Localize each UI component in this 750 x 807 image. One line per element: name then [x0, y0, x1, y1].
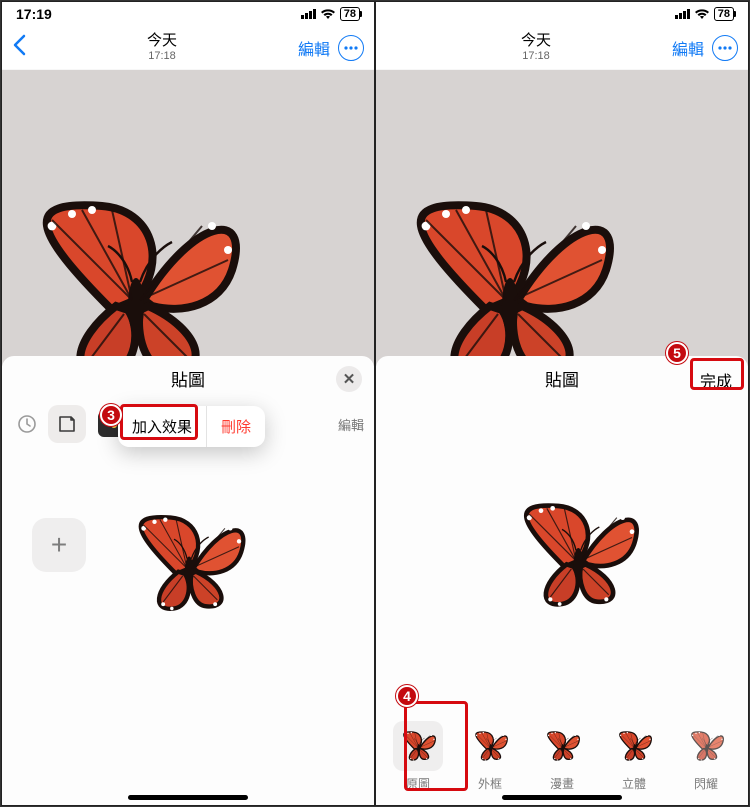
photo-butterfly [2, 190, 272, 366]
signal-icon [301, 9, 316, 19]
add-sticker-button[interactable]: + [32, 518, 86, 572]
sticker-butterfly[interactable] [122, 498, 252, 628]
annotation-box-5 [690, 358, 744, 390]
effect-shiny[interactable]: 閃耀 [676, 721, 736, 792]
wifi-icon [320, 8, 336, 20]
signal-icon [675, 9, 690, 19]
photo-viewer[interactable] [376, 70, 748, 366]
home-indicator[interactable] [502, 795, 622, 800]
effect-outline[interactable]: 外框 [460, 721, 520, 792]
annotation-badge-3: 3 [100, 404, 122, 426]
toolbar-edit-button[interactable]: 編輯 [338, 415, 364, 434]
delete-option[interactable]: 刪除 [207, 406, 265, 447]
nav-title: 今天 17:18 [147, 33, 177, 62]
battery-icon: 78 [340, 7, 360, 21]
photo-viewer[interactable] [2, 70, 374, 366]
stickers-tab[interactable] [48, 405, 86, 443]
more-button[interactable] [712, 35, 738, 61]
status-bar: 17:19 78 [2, 2, 374, 26]
nav-title: 今天 17:18 [521, 33, 551, 62]
annotation-box-3 [120, 404, 198, 440]
home-indicator[interactable] [128, 795, 248, 800]
recents-tab[interactable] [12, 405, 42, 443]
sheet-title: 貼圖 [545, 366, 579, 391]
phone-right: 78 今天 17:18 編輯 貼圖 完成 [375, 1, 749, 806]
effect-puffy[interactable]: 立體 [604, 721, 664, 792]
status-time: 17:19 [16, 6, 52, 22]
sheet-title: 貼圖 [171, 366, 205, 391]
close-button[interactable]: ✕ [336, 366, 362, 392]
sticker-effect-sheet: 貼圖 完成 原圖 外框 漫畫 [376, 356, 748, 805]
annotation-box-4 [404, 701, 468, 791]
sticker-preview [376, 400, 748, 709]
status-bar: 78 [376, 2, 748, 26]
sticker-sheet: 貼圖 ✕ 編輯 加入效果 刪除 [2, 356, 374, 805]
nav-edit-button[interactable]: 編輯 [672, 36, 704, 60]
wifi-icon [694, 8, 710, 20]
sticker-canvas: + [2, 448, 374, 805]
back-button[interactable] [12, 34, 26, 61]
sticker-preview-butterfly [506, 485, 646, 625]
annotation-badge-5: 5 [666, 342, 688, 364]
nav-bar: 今天 17:18 編輯 [376, 26, 748, 70]
more-button[interactable] [338, 35, 364, 61]
photo-butterfly [376, 190, 646, 366]
nav-edit-button[interactable]: 編輯 [298, 36, 330, 60]
phone-left: 17:19 78 今天 17:18 編輯 [1, 1, 375, 806]
annotation-badge-4: 4 [396, 685, 418, 707]
nav-bar: 今天 17:18 編輯 [2, 26, 374, 70]
effect-comic[interactable]: 漫畫 [532, 721, 592, 792]
status-time [390, 6, 394, 22]
battery-icon: 78 [714, 7, 734, 21]
